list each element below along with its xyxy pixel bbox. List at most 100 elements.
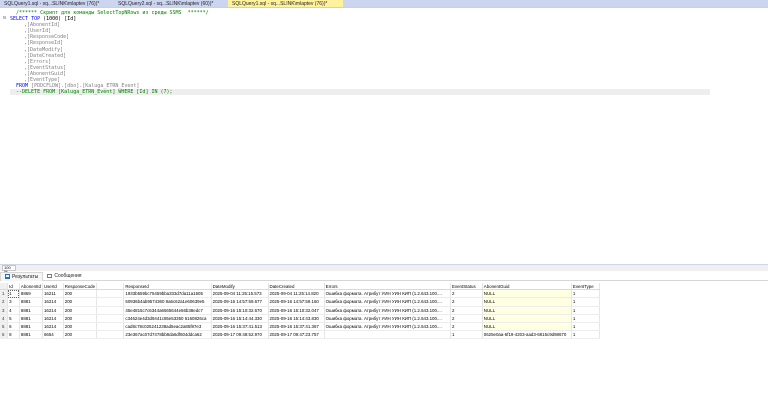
cell-eventtype[interactable]: 1	[571, 322, 601, 332]
cell-responseid[interactable]: 23e367ac07d7478bb8da6df604ddca62	[123, 330, 212, 340]
cell-eventstatus[interactable]: 2	[450, 297, 483, 307]
cell-errors[interactable]: Ошибка формата. Атрибут УИН УИН КИП (1.2…	[324, 289, 451, 299]
cell-datemodify[interactable]: 2025-09-16 15:37:41.513	[211, 322, 269, 332]
header-abonentguid[interactable]: AbonentGuid	[482, 283, 572, 291]
row-number[interactable]: 6	[0, 330, 9, 340]
cell-userid[interactable]: 6654	[42, 330, 64, 340]
tab-sqlquery1-inactive[interactable]: SQLQuery1.sql - sq...SLINK\mlaptev (76))…	[0, 0, 114, 7]
cell-errors[interactable]	[324, 330, 451, 340]
cell-datecreated[interactable]: 2025-09-16 15:10:32.047	[268, 306, 325, 315]
cell-spacer[interactable]	[96, 289, 125, 299]
cell-abonentguid[interactable]: NULL	[482, 297, 572, 307]
results-grid[interactable]: Id AbonentId UserId ResponseCode Respons…	[0, 283, 601, 340]
cell-responsecode[interactable]: 200	[63, 306, 98, 315]
query-editor[interactable]: /****** Скрипт для команды SelectTopNRow…	[0, 9, 768, 263]
header-eventstatus[interactable]: EventStatus	[450, 283, 483, 291]
cell-abonentguid[interactable]: NULL	[482, 322, 572, 332]
table-row[interactable]: 5 6 8881 16214 200 cad8c78c025241238ad5eac2a8…	[0, 322, 601, 332]
header-errors[interactable]: Errors	[324, 283, 451, 291]
cell-spacer[interactable]	[96, 330, 125, 340]
cell-datecreated[interactable]: 2025-09-17 09:47:23.757	[268, 330, 325, 340]
cell-eventstatus[interactable]: 2	[450, 322, 483, 332]
cell-eventstatus[interactable]: 2	[450, 289, 483, 299]
header-datecreated[interactable]: DateCreated	[268, 283, 325, 291]
cell-datemodify[interactable]: 2025-09-16 15:14:44.330	[211, 314, 269, 323]
header-userid[interactable]: UserId	[42, 283, 64, 291]
cell-datemodify[interactable]: 2025-09-04 11:25:15.573	[211, 289, 269, 299]
cell-errors[interactable]: Ошибка формата. Атрибут УИН УИН КИП (1.2…	[324, 297, 451, 307]
row-number[interactable]: 2	[0, 297, 9, 307]
cell-spacer[interactable]	[96, 297, 125, 307]
cell-datecreated[interactable]: 2025-09-04 11:25:14.820	[268, 289, 325, 299]
zoom-dropdown[interactable]: 100 %	[2, 265, 16, 274]
cell-id[interactable]: 1	[7, 289, 20, 299]
header-abonentid[interactable]: AbonentId	[19, 283, 43, 291]
row-number[interactable]: 4	[0, 314, 9, 323]
cell-userid[interactable]: 16214	[42, 306, 64, 315]
cell-eventtype[interactable]: 1	[571, 330, 601, 340]
cell-eventtype[interactable]: 1	[571, 297, 601, 307]
table-row[interactable]: 1 1 8869 16211 200 1933b559bc75459bba333d7da1…	[0, 289, 601, 299]
header-eventtype[interactable]: EventType	[571, 283, 601, 291]
cell-responseid[interactable]: 1933b559bc75459bba333d7da11a1605	[123, 289, 212, 299]
cell-responseid[interactable]: cad8c78c025241238ad5eac2a85f87e3	[123, 322, 212, 332]
cell-abonentid[interactable]: 8881	[19, 306, 43, 315]
cell-responseid[interactable]: 50936b4ab9574360 8a6c62a1e60639e5	[123, 297, 212, 307]
cell-abonentid[interactable]: 8881	[19, 330, 43, 340]
cell-responsecode[interactable]: 200	[63, 314, 98, 323]
header-responsecode[interactable]: ResponseCode	[63, 283, 98, 291]
cell-id[interactable]: 3	[7, 297, 20, 307]
cell-errors[interactable]: Ошибка формата. Атрибут УИН УИН КИП (1.2…	[324, 314, 451, 323]
cell-responsecode[interactable]: 200	[63, 289, 98, 299]
row-number[interactable]: 5	[0, 322, 9, 332]
cell-userid[interactable]: 16214	[42, 314, 64, 323]
cell-abonentguid[interactable]: NULL	[482, 289, 572, 299]
cell-eventstatus[interactable]: 2	[450, 306, 483, 315]
cell-datecreated[interactable]: 2025-09-16 15:37:41.367	[268, 322, 325, 332]
cell-datecreated[interactable]: 2025-09-16 15:14:43.830	[268, 314, 325, 323]
table-row[interactable]: 4 5 8881 16214 200 c34624e4d3d9441c85e53350 6…	[0, 314, 601, 323]
cell-responseid[interactable]: 45e4815c7c6344a6565644e56b38edc7	[123, 306, 212, 315]
tab-sqlquery1-active[interactable]: SQLQuery1.sql - sq...SLINK\mlaptev (76))…	[228, 0, 343, 7]
table-row[interactable]: 3 4 8881 16214 200 45e4815c7c6344a6565644e56b…	[0, 306, 601, 315]
cell-abonentguid[interactable]: NULL	[482, 306, 572, 315]
header-datemodify[interactable]: DateModify	[211, 283, 269, 291]
cell-responseid[interactable]: c34624e4d3d9441c85e53350 6160826ca	[123, 314, 212, 323]
tab-sqlquery2[interactable]: SQLQuery2.sql - sq...SLINK\mlaptev (60))…	[114, 0, 228, 7]
cell-responsecode[interactable]: 200	[63, 330, 98, 340]
cell-spacer[interactable]	[96, 322, 125, 332]
cell-id[interactable]: 4	[7, 306, 20, 315]
cell-datemodify[interactable]: 2025-09-16 14:57:59.677	[211, 297, 269, 307]
collapse-icon[interactable]: ⊟	[3, 16, 8, 21]
cell-datecreated[interactable]: 2025-09-16 14:57:59.160	[268, 297, 325, 307]
cell-abonentguid[interactable]: NULL	[482, 314, 572, 323]
header-id[interactable]: Id	[7, 283, 20, 291]
cell-eventstatus[interactable]: 2	[450, 314, 483, 323]
tab-results[interactable]: Результаты	[0, 271, 44, 281]
cell-datemodify[interactable]: 2025-09-17 09:48:52.970	[211, 330, 269, 340]
table-row[interactable]: 2 3 8881 16214 200 50936b4ab9574360 8a6c62a1e…	[0, 297, 601, 307]
cell-userid[interactable]: 16214	[42, 297, 64, 307]
cell-abonentguid[interactable]: 0625e0aa-6f19-4203-aad3-6815c9d98670	[482, 330, 572, 340]
cell-responsecode[interactable]: 200	[63, 297, 98, 307]
cell-spacer[interactable]	[96, 306, 125, 315]
cell-abonentid[interactable]: 8881	[19, 297, 43, 307]
table-row[interactable]: 6 8 8881 6654 200 23e367ac07d7478bb8da6df604d…	[0, 330, 601, 340]
cell-abonentid[interactable]: 8869	[19, 289, 43, 299]
cell-eventtype[interactable]: 1	[571, 314, 601, 323]
cell-userid[interactable]: 16214	[42, 322, 64, 332]
cell-spacer[interactable]	[96, 314, 125, 323]
grid-corner[interactable]	[0, 283, 9, 291]
cell-datemodify[interactable]: 2025-09-16 15:10:32.670	[211, 306, 269, 315]
header-responseid[interactable]: ResponseId	[123, 283, 212, 291]
cell-abonentid[interactable]: 8881	[19, 322, 43, 332]
row-number[interactable]: 3	[0, 306, 9, 315]
cell-userid[interactable]: 16211	[42, 289, 64, 299]
cell-id[interactable]: 8	[7, 330, 20, 340]
cell-id[interactable]: 5	[7, 314, 20, 323]
cell-abonentid[interactable]: 8881	[19, 314, 43, 323]
cell-eventtype[interactable]: 1	[571, 289, 601, 299]
tab-messages[interactable]: Сообщения	[43, 272, 85, 281]
cell-responsecode[interactable]: 200	[63, 322, 98, 332]
cell-eventstatus[interactable]: 1	[450, 330, 483, 340]
